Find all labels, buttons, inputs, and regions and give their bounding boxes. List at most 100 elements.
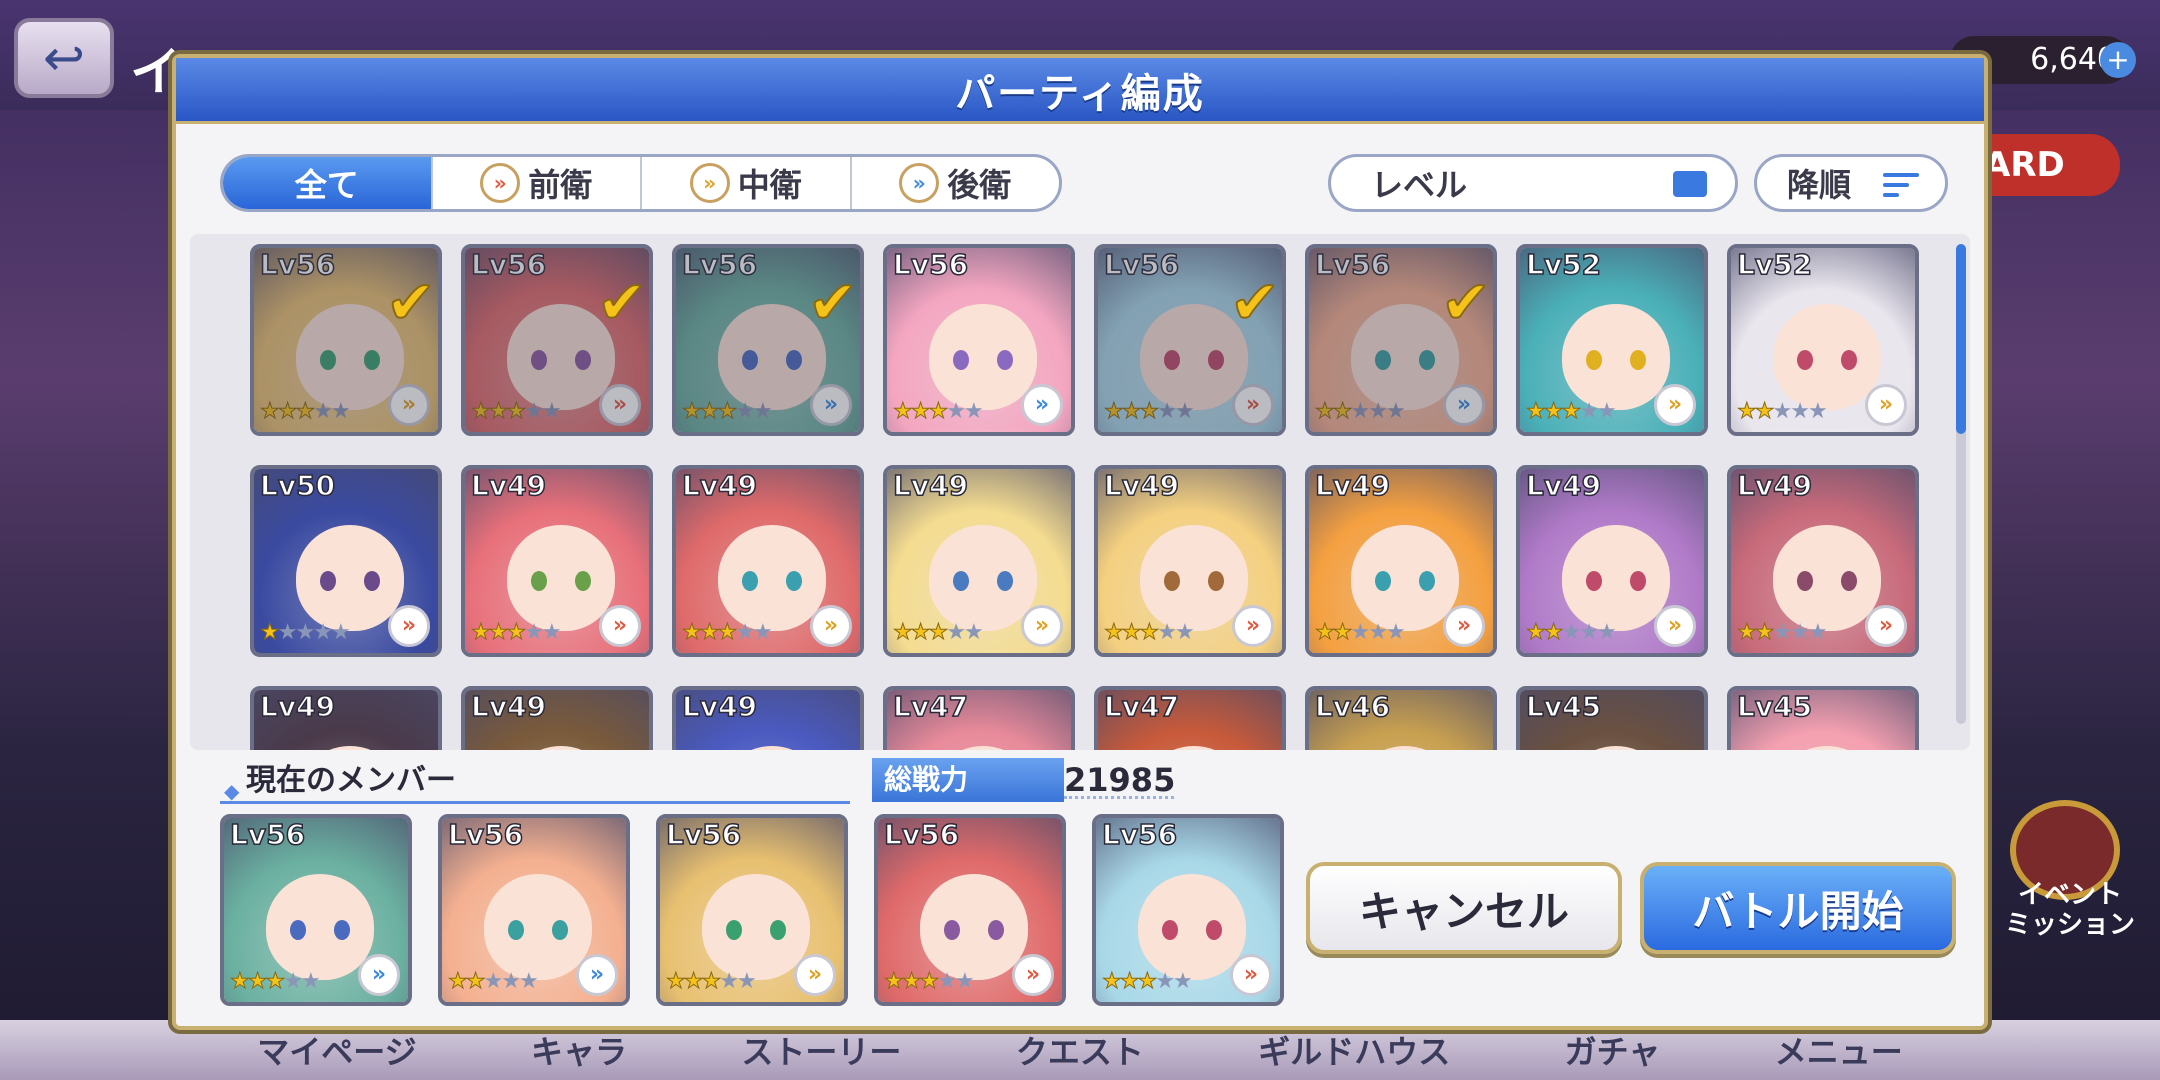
roster-character-card[interactable]: Lv49 ★★★★★» — [883, 465, 1075, 657]
tab-front[interactable]: » 前衛 — [433, 157, 642, 209]
star-icon: ★ — [1385, 620, 1406, 645]
star-icon: ★ — [265, 969, 286, 995]
star-icon: ★ — [735, 399, 755, 424]
character-level: Lv52 — [1525, 248, 1602, 282]
roster-character-card[interactable]: Lv45 — [1727, 686, 1919, 750]
roster-character-card[interactable]: Lv49 ★★★★★» — [1516, 465, 1708, 657]
star-icon: ★ — [1139, 620, 1160, 646]
tab-all[interactable]: 全て — [223, 157, 433, 209]
star-icon: ★ — [963, 620, 984, 645]
character-face — [718, 525, 826, 631]
roster-scrollbar[interactable] — [1956, 244, 1966, 724]
front-position-icon: » — [1012, 954, 1054, 996]
star-icon: ★ — [1102, 969, 1123, 995]
star-icon: ★ — [1157, 620, 1177, 645]
star-icon: ★ — [919, 969, 940, 995]
party-formation-dialog: パーティ編成 全て » 前衛 » 中衛 » 後衛 レベル 降順 Lv56 ★★★★★» ✔… — [172, 54, 1988, 1030]
character-level: Lv47 — [892, 690, 969, 724]
character-eye — [742, 350, 758, 370]
roster-character-card[interactable]: Lv56 ★★★★★» ✔ — [250, 244, 442, 436]
back-position-icon: » — [576, 954, 618, 996]
nav-chara[interactable]: キャラ — [531, 1027, 627, 1073]
character-eye — [1630, 571, 1646, 591]
character-face — [920, 874, 1028, 980]
character-level: Lv49 — [681, 690, 758, 724]
back-position-icon: » — [1021, 384, 1063, 426]
front-position-icon: » — [1232, 605, 1274, 647]
roster-character-card[interactable]: Lv56 ★★★★★» — [883, 244, 1075, 436]
nav-quest[interactable]: クエスト — [1016, 1027, 1144, 1073]
front-position-icon: » — [599, 384, 641, 426]
roster-character-card[interactable]: Lv50 ★★★★★» — [250, 465, 442, 657]
roster-character-card[interactable]: Lv56 ★★★★★» ✔ — [672, 244, 864, 436]
star-icon: ★ — [518, 969, 539, 994]
tab-middle[interactable]: » 中衛 — [642, 157, 852, 209]
character-eye — [742, 571, 758, 591]
star-icon: ★ — [1807, 399, 1828, 424]
star-icon: ★ — [735, 620, 755, 645]
roster-character-card[interactable]: Lv56 ★★★★★» ✔ — [1094, 244, 1286, 436]
roster-character-card[interactable]: Lv46 — [1305, 686, 1497, 750]
roster-character-card[interactable]: Lv49 ★★★★★» — [461, 465, 653, 657]
roster-character-card[interactable]: Lv45 — [1516, 686, 1708, 750]
roster-character-card[interactable]: Lv52 ★★★★★» — [1516, 244, 1708, 436]
member-character-card[interactable]: Lv56 ★★★★★» — [438, 814, 630, 1006]
roster-character-card[interactable]: Lv49 ★★★★★» — [1094, 465, 1286, 657]
roster-character-card[interactable]: Lv49 ★★★★★» — [1727, 465, 1919, 657]
roster-character-card[interactable]: Lv49 — [672, 686, 864, 750]
star-icon: ★ — [1807, 620, 1828, 645]
event-mission-label: イベント ミッション — [2004, 880, 2135, 940]
roster-character-card[interactable]: Lv49 ★★★★★» — [672, 465, 864, 657]
star-rating: ★★★★★ — [1315, 620, 1406, 646]
event-mission-button[interactable]: イベント ミッション — [2000, 800, 2140, 950]
dialog-header: パーティ編成 — [176, 58, 1984, 124]
character-eye — [953, 350, 969, 370]
roster-character-card[interactable]: Lv56 ★★★★★» ✔ — [1305, 244, 1497, 436]
character-level: Lv56 — [892, 248, 969, 282]
nav-gacha[interactable]: ガチャ — [1565, 1027, 1661, 1073]
sort-order-button[interactable]: 降順 — [1754, 154, 1948, 212]
add-jewel-icon[interactable]: + — [2100, 42, 2136, 78]
tab-back[interactable]: » 後衛 — [852, 157, 1060, 209]
character-eye — [1164, 571, 1180, 591]
roster-character-card[interactable]: Lv52 ★★★★★» — [1727, 244, 1919, 436]
star-rating: ★★★★★ — [682, 620, 773, 646]
member-character-card[interactable]: Lv56 ★★★★★» — [220, 814, 412, 1006]
character-level: Lv49 — [470, 469, 547, 503]
mid-position-icon: » — [1654, 384, 1696, 426]
member-character-card[interactable]: Lv56 ★★★★★» — [874, 814, 1066, 1006]
star-icon: ★ — [1772, 620, 1792, 645]
middle-position-icon: » — [689, 163, 730, 203]
star-icon: ★ — [1104, 620, 1125, 646]
roster-character-card[interactable]: Lv47 — [883, 686, 1075, 750]
mid-position-icon: » — [810, 605, 852, 647]
character-eye — [531, 571, 547, 591]
character-eye — [552, 920, 568, 940]
star-icon: ★ — [1737, 620, 1758, 646]
sort-select[interactable]: レベル — [1328, 154, 1738, 212]
star-icon: ★ — [963, 399, 984, 424]
mid-position-icon: » — [794, 954, 836, 996]
member-character-card[interactable]: Lv56 ★★★★★» — [656, 814, 848, 1006]
star-rating: ★★★★★ — [471, 399, 562, 425]
star-icon: ★ — [1174, 399, 1195, 424]
roster-character-card[interactable]: Lv49 — [250, 686, 442, 750]
nav-menu[interactable]: メニュー — [1775, 1027, 1903, 1073]
star-rating: ★★★★★ — [884, 969, 975, 995]
cancel-button[interactable]: キャンセル — [1306, 862, 1622, 954]
battle-start-button[interactable]: バトル開始 — [1640, 862, 1956, 954]
roster-character-card[interactable]: Lv47 — [1094, 686, 1286, 750]
roster-scroll-thumb[interactable] — [1956, 244, 1966, 434]
roster-character-card[interactable]: Lv56 ★★★★★» ✔ — [461, 244, 653, 436]
character-level: Lv50 — [259, 469, 336, 503]
star-icon: ★ — [752, 399, 773, 424]
nav-guildhouse[interactable]: ギルドハウス — [1258, 1027, 1450, 1073]
member-character-card[interactable]: Lv56 ★★★★★» — [1092, 814, 1284, 1006]
star-icon: ★ — [893, 399, 914, 425]
back-button[interactable]: ↩ — [14, 18, 114, 98]
star-icon: ★ — [1596, 399, 1617, 424]
roster-character-card[interactable]: Lv49 ★★★★★» — [1305, 465, 1497, 657]
nav-mypage[interactable]: マイページ — [257, 1027, 416, 1073]
nav-story[interactable]: ストーリー — [741, 1027, 901, 1073]
roster-character-card[interactable]: Lv49 — [461, 686, 653, 750]
